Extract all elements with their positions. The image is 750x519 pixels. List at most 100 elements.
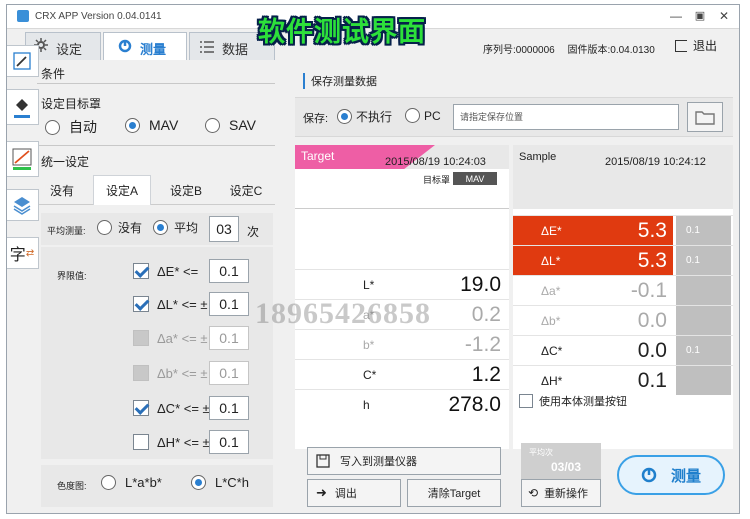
sample-row-value: 0.0 xyxy=(637,308,667,332)
average-option-none[interactable]: 没有 xyxy=(97,219,142,236)
target-option-sav[interactable]: SAV xyxy=(205,117,256,133)
radio-avg-none-label: 没有 xyxy=(118,221,143,235)
limit-checkbox[interactable] xyxy=(133,263,149,279)
fill-bucket-icon[interactable] xyxy=(7,89,39,125)
limit-label: 界限值: xyxy=(57,271,87,281)
tab-settings-label: 设定 xyxy=(56,42,83,57)
radio-save-none[interactable] xyxy=(337,109,352,124)
limit-value-input[interactable]: 0.1 xyxy=(209,259,249,283)
tab-measure[interactable]: 测量 xyxy=(103,32,187,60)
sample-row-name: ΔL* xyxy=(541,253,561,268)
limit-checkbox[interactable] xyxy=(133,330,149,346)
limit-value-input[interactable]: 0.1 xyxy=(209,361,249,385)
target-row-name: L* xyxy=(363,277,375,292)
colorspace-option-lch[interactable]: L*C*h xyxy=(191,475,249,490)
save-path-input[interactable]: 请指定保存位置 xyxy=(453,104,679,130)
preset-none[interactable]: 没有 xyxy=(39,175,85,205)
sample-row: Δa* -0.1 xyxy=(513,275,733,305)
unify-settings-title: 统一设定 xyxy=(41,155,90,169)
watermark-text: 18965426858 xyxy=(255,297,431,330)
radio-lch-label: L*C*h xyxy=(215,475,249,490)
limit-value-input[interactable]: 0.1 xyxy=(209,396,249,420)
sample-label: Sample xyxy=(519,151,557,163)
line-color-icon[interactable] xyxy=(7,141,39,177)
firmware-version: 0.04.0130 xyxy=(610,45,655,56)
target-row-name: b* xyxy=(363,337,375,352)
sample-row: ΔE* 5.3 0.1 xyxy=(513,215,733,245)
limit-checkbox[interactable] xyxy=(133,365,149,381)
target-row-value: 1.2 xyxy=(471,362,501,386)
sample-row-value: -0.1 xyxy=(630,278,667,302)
write-to-device-button[interactable]: 写入到测量仪器 xyxy=(307,447,501,475)
limit-value-input[interactable]: 0.1 xyxy=(209,430,249,454)
limit-row: ΔH* <= ± xyxy=(133,430,221,454)
arrow-right-icon: ➜ xyxy=(316,485,327,500)
limit-checkbox[interactable] xyxy=(133,296,149,312)
average-label: 平均测量: xyxy=(47,226,86,236)
radio-avg-none[interactable] xyxy=(97,220,112,235)
target-option-mav[interactable]: MAV xyxy=(125,117,178,133)
sample-row-value: 5.3 xyxy=(637,248,667,272)
radio-save-pc[interactable] xyxy=(405,108,420,123)
exit-button[interactable]: 退出 xyxy=(675,37,717,54)
measure-icon xyxy=(118,39,132,56)
limit-row: Δb* <= ± xyxy=(133,361,221,385)
limit-checkbox[interactable] xyxy=(133,400,149,416)
preset-c[interactable]: 设定C xyxy=(217,175,275,205)
average-unit: 次 xyxy=(247,225,260,239)
limit-value-input[interactable]: 0.1 xyxy=(209,292,249,316)
use-body-button-label: 使用本体测量按钮 xyxy=(539,396,627,408)
use-body-button-checkbox[interactable] xyxy=(519,394,533,408)
limit-checkbox[interactable] xyxy=(133,434,149,450)
radio-mav[interactable] xyxy=(125,117,140,133)
radio-sav[interactable] xyxy=(205,117,220,133)
recall-button[interactable]: ➜ 调出 xyxy=(307,479,401,507)
radio-lch[interactable] xyxy=(191,475,206,490)
preset-a[interactable]: 设定A xyxy=(93,175,151,205)
sample-header: Sample 2015/08/19 10:24:12 xyxy=(513,145,733,209)
radio-avg-on[interactable] xyxy=(153,220,168,235)
radio-lab[interactable] xyxy=(101,475,116,490)
folder-button[interactable] xyxy=(687,102,723,132)
radio-auto[interactable] xyxy=(45,119,60,135)
tool-sidebar: 字 ⇄ xyxy=(7,45,39,275)
pen-icon[interactable] xyxy=(7,45,39,77)
headset-icon: ⟲ xyxy=(528,486,539,500)
average-progress-value: 03/03 xyxy=(551,460,582,474)
measurement-panel: 保存测量数据 保存: 不执行 PC 请指定保存位置 Target 2015/08… xyxy=(295,61,735,511)
redo-button[interactable]: ⟲ 重新操作 xyxy=(521,479,601,507)
preset-b[interactable]: 设定B xyxy=(157,175,215,205)
use-body-button-option[interactable]: 使用本体测量按钮 xyxy=(519,393,627,409)
colorspace-option-lab[interactable]: L*a*b* xyxy=(101,475,162,490)
target-header: Target 2015/08/19 10:24:03 目标罩 MAV xyxy=(295,145,509,209)
sample-row-tolerance: 0.1 xyxy=(676,246,731,275)
target-option-auto[interactable]: 自动 xyxy=(45,117,97,137)
sample-row-name: ΔC* xyxy=(541,343,563,358)
serial-number: 0000006 xyxy=(515,45,555,56)
layers-icon[interactable] xyxy=(7,189,39,221)
limit-row: ΔE* <= xyxy=(133,259,221,283)
sample-column: Sample 2015/08/19 10:24:12 ΔE* 5.3 0.1 ΔL* 5… xyxy=(513,145,733,449)
colorspace-box: 色度图: L*a*b* L*C*h xyxy=(41,465,273,507)
limit-row: Δa* <= ± xyxy=(133,326,221,350)
limit-value-input[interactable]: 0.1 xyxy=(209,326,249,350)
radio-lab-label: L*a*b* xyxy=(125,475,162,490)
sample-row-tolerance: 0.1 xyxy=(676,336,731,365)
sample-row: ΔL* 5.3 0.1 xyxy=(513,245,733,275)
app-icon xyxy=(17,10,29,22)
average-option-avg[interactable]: 平均 xyxy=(153,219,198,236)
exit-icon xyxy=(675,40,687,52)
target-row-value: 0.2 xyxy=(471,302,501,326)
banner-title: 软件测试界面 xyxy=(258,17,426,48)
minimize-button[interactable]: — xyxy=(667,9,685,25)
save-option-none[interactable]: 不执行 xyxy=(337,108,392,125)
save-icon xyxy=(316,454,330,468)
maximize-button[interactable]: ▣ xyxy=(691,9,709,25)
measure-button[interactable]: 测量 xyxy=(617,455,725,495)
average-count-input[interactable]: 03 xyxy=(209,216,239,242)
save-option-pc[interactable]: PC xyxy=(405,108,441,123)
text-icon[interactable]: 字 ⇄ xyxy=(7,237,39,269)
conditions-title: 条件 xyxy=(41,67,66,81)
close-button[interactable]: ✕ xyxy=(714,9,734,25)
clear-target-button[interactable]: 清除Target xyxy=(407,479,501,507)
